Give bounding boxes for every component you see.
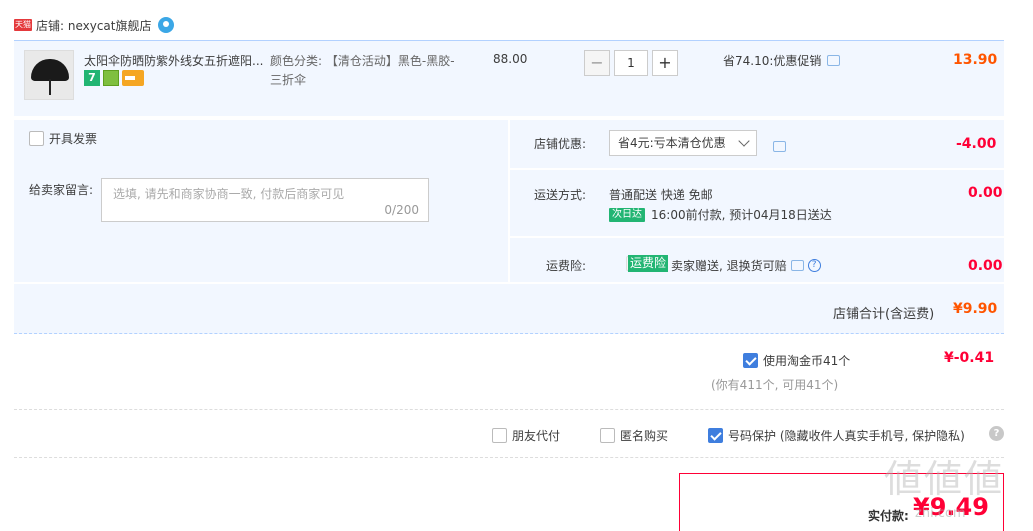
memo-char-count: 0/200 [384, 203, 419, 217]
memo-label: 给卖家留言: [29, 183, 94, 197]
insurance-value: 0.00 [968, 258, 1003, 274]
insurance-help-icon[interactable]: ? [807, 259, 821, 272]
item-title[interactable]: 太阳伞防晒防紫外线女五折遮阳... [84, 52, 264, 69]
promo-text: 省74.10:优惠促销 [723, 54, 822, 68]
coins-option[interactable]: 使用淘金币41个 [743, 352, 850, 369]
guarantee-icon[interactable] [103, 70, 119, 86]
shipping-row [510, 170, 1004, 236]
number-protect-option[interactable]: 号码保护 (隐藏收件人真实手机号, 保护隐私) [708, 427, 965, 444]
credit-card-icon[interactable] [122, 70, 144, 86]
umbrella-image [31, 59, 69, 81]
friend-pay-option[interactable]: 朋友代付 [492, 427, 560, 444]
number-protect-checkbox[interactable] [708, 428, 723, 443]
number-protect-label: 号码保护 (隐藏收件人真实手机号, 保护隐私) [728, 429, 965, 443]
qty-decrease-button[interactable]: − [584, 50, 610, 76]
invoice-option[interactable]: 开具发票 [29, 130, 97, 147]
coins-checkbox[interactable] [743, 353, 758, 368]
insurance-desc: 卖家赠送, 退换货可赔 [671, 259, 787, 273]
invoice-checkbox[interactable] [29, 131, 44, 146]
item-thumbnail[interactable] [24, 50, 74, 100]
discount-detail-icon[interactable] [773, 141, 786, 152]
shop-discount-selected: 省4元:亏本清仓优惠 [618, 136, 726, 150]
divider [14, 409, 1004, 410]
shop-discount-select[interactable]: 省4元:亏本清仓优惠 [609, 130, 757, 156]
item-service-badges: 7 [84, 70, 144, 86]
shop-header: 天猫 店铺: nexycat旗舰店 [14, 14, 174, 36]
shop-subtotal-label: 店铺合计(含运费) [833, 307, 935, 322]
shop-discount-value: -4.00 [956, 136, 997, 152]
invoice-label: 开具发票 [49, 132, 98, 146]
shipping-eta-text: 16:00前付款, 预计04月18日送达 [651, 208, 832, 222]
insurance-text: 卖家赠送, 退换货可赔 ? [671, 257, 821, 274]
item-unit-price: 88.00 [493, 52, 528, 66]
next-day-badge: 次日达 [609, 207, 645, 222]
anonymous-checkbox[interactable] [600, 428, 615, 443]
shipping-value: 0.00 [968, 185, 1003, 201]
help-icon[interactable]: ? [989, 426, 1004, 441]
friend-pay-checkbox[interactable] [492, 428, 507, 443]
item-promo: 省74.10:优惠促销 [723, 52, 841, 69]
chevron-down-icon [738, 135, 750, 147]
coins-available: (你有411个, 可用41个) [711, 378, 839, 392]
coins-label: 使用淘金币41个 [763, 354, 851, 368]
anonymous-label: 匿名购买 [620, 429, 669, 443]
shipping-method: 普通配送 快递 免邮 [609, 188, 713, 202]
tmall-badge: 天猫 [14, 19, 32, 31]
pay-label: 实付款: [868, 509, 909, 523]
seven-day-return-icon[interactable]: 7 [84, 70, 100, 86]
coins-value: ¥-0.41 [944, 350, 995, 366]
qty-increase-button[interactable]: + [652, 50, 678, 76]
shop-subtotal-value: ¥9.90 [953, 301, 998, 317]
divider [14, 457, 1004, 458]
qty-input[interactable]: 1 [614, 50, 648, 76]
shop-name[interactable]: 店铺: nexycat旗舰店 [36, 17, 152, 34]
shop-discount-label: 店铺优惠: [534, 137, 587, 151]
item-sku: 颜色分类: 【清仓活动】黑色-黑胶-三折伞 [270, 54, 455, 87]
insurance-label: 运费险: [546, 259, 587, 273]
friend-pay-label: 朋友代付 [512, 429, 561, 443]
insurance-tag: 运费险 [628, 255, 669, 272]
shipping-label: 运送方式: [534, 188, 587, 202]
memo-textarea[interactable]: 选填, 请先和商家协商一致, 付款后商家可见 0/200 [101, 178, 429, 222]
anonymous-option[interactable]: 匿名购买 [600, 427, 668, 444]
insurance-message-icon[interactable] [790, 260, 804, 271]
quantity-stepper: − 1 + [584, 50, 678, 76]
watermark-site: zhi.com [915, 506, 966, 521]
item-total: 13.90 [953, 52, 998, 68]
promo-detail-icon[interactable] [827, 55, 841, 66]
wangwang-chat-icon[interactable] [157, 17, 174, 33]
shipping-eta: 次日达 16:00前付款, 预计04月18日送达 [609, 206, 832, 223]
memo-placeholder: 选填, 请先和商家协商一致, 付款后商家可见 [113, 187, 345, 201]
